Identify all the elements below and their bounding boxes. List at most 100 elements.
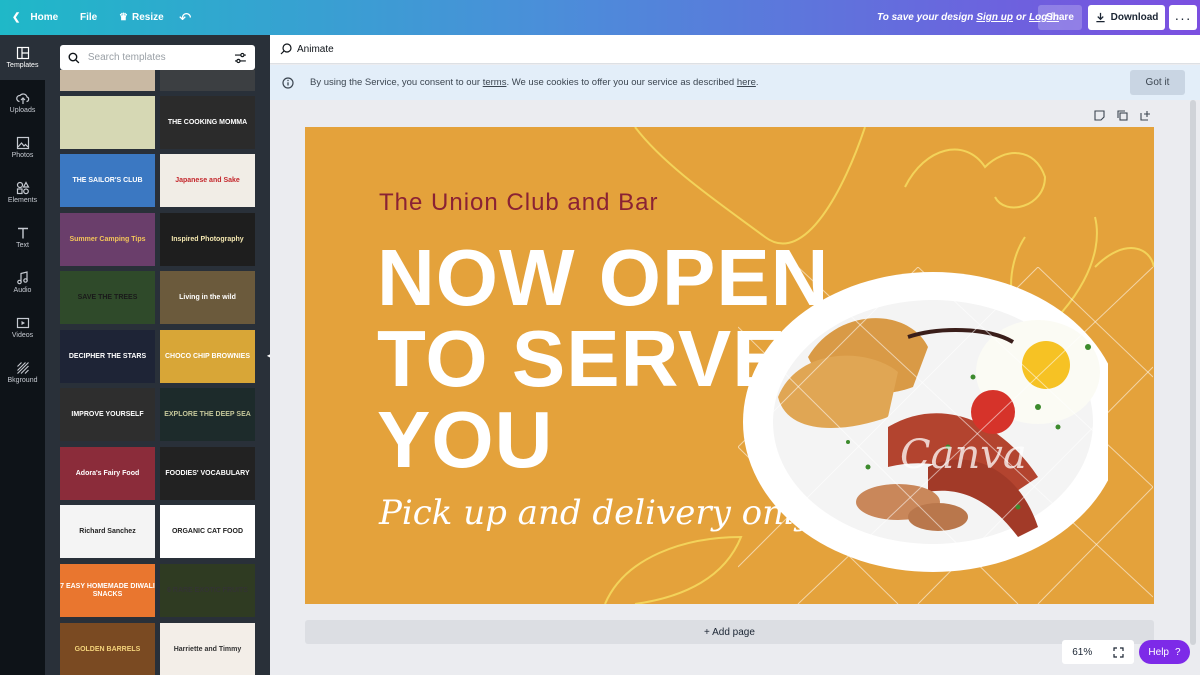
animate-button[interactable]: Animate bbox=[297, 44, 334, 55]
zoom-level[interactable]: 61% bbox=[1072, 647, 1092, 658]
duplicate-icon[interactable] bbox=[1117, 110, 1128, 121]
template-title: THE COOKING MOMMA bbox=[167, 118, 248, 126]
headline[interactable]: NOW OPEN TO SERVE YOU bbox=[377, 233, 830, 480]
vertical-scrollbar[interactable] bbox=[1190, 100, 1196, 645]
or-label: or bbox=[1016, 12, 1026, 23]
template-thumbnail[interactable]: 6 RARE EXOTIC FRUITS bbox=[160, 564, 255, 617]
templates-panel: THE COOKING MOMMA THE SAILOR'S CLUB Japane… bbox=[45, 35, 270, 675]
rail-item-uploads[interactable]: Uploads bbox=[0, 80, 45, 125]
template-thumbnail[interactable]: THE COOKING MOMMA bbox=[160, 96, 255, 149]
rail-label: Bkground bbox=[7, 377, 38, 384]
template-thumbnail[interactable] bbox=[160, 70, 255, 91]
photo-icon bbox=[16, 136, 29, 150]
rail-label: Text bbox=[16, 242, 29, 249]
search-icon bbox=[68, 52, 80, 63]
rail-label: Uploads bbox=[9, 107, 36, 114]
template-title: IMPROVE YOURSELF bbox=[71, 410, 144, 418]
template-thumbnail[interactable]: IMPROVE YOURSELF bbox=[60, 388, 155, 441]
template-thumbnail[interactable]: EXPLORE THE DEEP SEA bbox=[160, 388, 255, 441]
template-title: FOODIES' VOCABULARY bbox=[165, 469, 250, 477]
template-thumbnail[interactable]: SAVE THE TREES bbox=[60, 271, 155, 324]
rail-item-text[interactable]: Text bbox=[0, 215, 45, 260]
rail-item-background[interactable]: Bkground bbox=[0, 350, 45, 395]
here-link[interactable]: here bbox=[737, 77, 756, 88]
rail-label: Templates bbox=[6, 62, 39, 69]
chevron-left-icon: ❮ bbox=[12, 12, 21, 23]
template-thumbnail[interactable]: ORGANIC CAT FOOD bbox=[160, 505, 255, 558]
file-menu[interactable]: File bbox=[80, 0, 97, 35]
template-title: Summer Camping Tips bbox=[69, 235, 146, 243]
cookie-end: . bbox=[755, 77, 759, 88]
template-thumbnail[interactable] bbox=[60, 96, 155, 149]
help-icon: ? bbox=[1175, 646, 1181, 658]
rail-item-audio[interactable]: Audio bbox=[0, 260, 45, 305]
home-label: Home bbox=[30, 12, 59, 23]
template-title: CHOCO CHIP BROWNIES bbox=[164, 352, 251, 360]
top-bar: ❮ Home File ♛ Resize ↶ To save your desi… bbox=[0, 0, 1200, 35]
rail-item-elements[interactable]: Elements bbox=[0, 170, 45, 215]
template-title: GOLDEN BARRELS bbox=[74, 645, 141, 653]
undo-icon: ↶ bbox=[179, 9, 192, 27]
add-page-icon[interactable] bbox=[1140, 110, 1151, 121]
club-name[interactable]: The Union Club and Bar bbox=[379, 189, 658, 217]
template-thumbnail[interactable] bbox=[60, 70, 155, 91]
template-thumbnail[interactable]: 7 EASY HOMEMADE DIWALI SNACKS bbox=[60, 564, 155, 617]
home-button[interactable]: ❮ Home bbox=[12, 0, 58, 35]
template-thumbnail[interactable]: FOODIES' VOCABULARY bbox=[160, 447, 255, 500]
template-title: Harriette and Timmy bbox=[173, 645, 242, 653]
template-title: THE SAILOR'S CLUB bbox=[72, 176, 143, 184]
rail-label: Videos bbox=[11, 332, 34, 339]
cookie-text-2: . We use cookies to offer you our servic… bbox=[506, 77, 735, 88]
rail-label: Photos bbox=[11, 152, 34, 159]
template-thumbnail[interactable]: GOLDEN BARRELS bbox=[60, 623, 155, 675]
template-title: Living in the wild bbox=[179, 293, 236, 301]
background-icon bbox=[16, 362, 29, 374]
share-button[interactable]: Share bbox=[1038, 5, 1082, 30]
template-title: DECIPHER THE STARS bbox=[68, 352, 147, 360]
audio-icon bbox=[16, 271, 28, 285]
zoom-control[interactable]: 61% bbox=[1062, 640, 1134, 664]
template-title: Adora's Fairy Food bbox=[75, 469, 140, 477]
note-icon[interactable] bbox=[1094, 110, 1105, 121]
got-it-button[interactable]: Got it bbox=[1130, 70, 1185, 95]
template-thumbnail[interactable]: Japanese and Sake bbox=[160, 154, 255, 207]
design-canvas[interactable]: The Union Club and Bar NOW OPEN TO SERVE… bbox=[305, 127, 1154, 604]
terms-link[interactable]: terms bbox=[483, 77, 507, 88]
rail-item-videos[interactable]: Videos bbox=[0, 305, 45, 350]
template-thumbnail[interactable]: Living in the wild bbox=[160, 271, 255, 324]
headline-line: NOW OPEN bbox=[377, 233, 830, 322]
download-icon bbox=[1095, 12, 1105, 23]
more-options-button[interactable]: ··· bbox=[1169, 5, 1197, 30]
templates-icon bbox=[16, 46, 29, 60]
search-input[interactable] bbox=[87, 52, 227, 63]
template-thumbnail[interactable]: Adora's Fairy Food bbox=[60, 447, 155, 500]
undo-button[interactable]: ↶ bbox=[179, 0, 192, 35]
template-thumbnail[interactable]: THE SAILOR'S CLUB bbox=[60, 154, 155, 207]
resize-button[interactable]: ♛ Resize bbox=[119, 0, 164, 35]
rail-item-photos[interactable]: Photos bbox=[0, 125, 45, 170]
cookie-banner: By using the Service, you consent to our… bbox=[270, 65, 1200, 100]
side-rail: Templates Uploads Photos Elements Text A… bbox=[0, 35, 45, 675]
rail-item-templates[interactable]: Templates bbox=[0, 35, 45, 80]
fullscreen-icon[interactable] bbox=[1113, 646, 1124, 658]
template-thumbnail[interactable]: Richard Sanchez bbox=[60, 505, 155, 558]
add-page-button[interactable]: + Add page bbox=[305, 620, 1154, 644]
template-thumbnail[interactable]: Summer Camping Tips bbox=[60, 213, 155, 266]
search-box[interactable] bbox=[60, 45, 255, 70]
template-thumbnail[interactable]: CHOCO CHIP BROWNIES bbox=[160, 330, 255, 383]
help-button[interactable]: Help ? bbox=[1139, 640, 1190, 664]
template-thumbnail[interactable]: Inspired Photography bbox=[160, 213, 255, 266]
template-title: ORGANIC CAT FOOD bbox=[171, 527, 244, 535]
info-icon bbox=[282, 76, 294, 89]
video-icon bbox=[16, 317, 29, 329]
animate-bar: Animate bbox=[270, 35, 1200, 64]
editor-area: Animate By using the Service, you consen… bbox=[270, 35, 1200, 675]
filter-icon[interactable] bbox=[234, 52, 247, 64]
download-button[interactable]: Download bbox=[1088, 5, 1165, 30]
template-thumbnail[interactable]: DECIPHER THE STARS bbox=[60, 330, 155, 383]
canva-watermark: Canva bbox=[900, 432, 1027, 478]
template-thumbnail[interactable]: Harriette and Timmy bbox=[160, 623, 255, 675]
signup-link[interactable]: Sign up bbox=[976, 12, 1013, 23]
template-title: Inspired Photography bbox=[171, 235, 244, 243]
page-tools bbox=[1094, 110, 1151, 121]
